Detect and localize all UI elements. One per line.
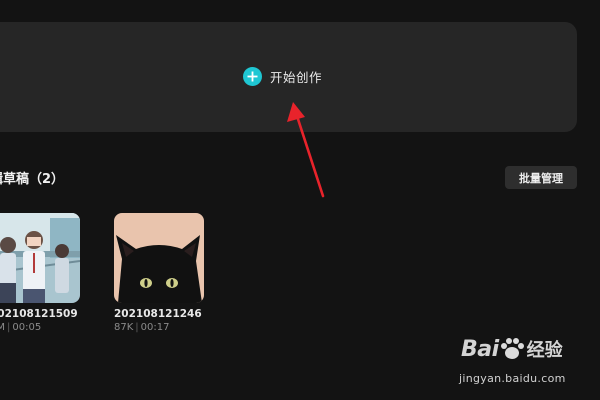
batch-manage-button[interactable]: 批量管理 [505,166,577,189]
baidu-jingyan-watermark: Bai 经验 jingyan.baidu.com [455,336,595,396]
drafts-section-title: 辑草稿（2） [0,172,65,187]
start-create-button[interactable]: 开始创作 [243,67,322,86]
watermark-url: jingyan.baidu.com [459,372,566,385]
draft-duration: 00:17 [140,322,170,333]
draft-size: 87K [114,322,134,333]
draft-name: 202108121246 [114,308,202,320]
watermark-brand-text: Bai [461,336,499,362]
plus-icon [243,67,262,86]
paw-logo-icon [500,338,524,359]
draft-meta: 6M|00:05 [0,322,80,333]
draft-thumbnail[interactable] [114,213,204,303]
draft-meta: 87K | 00:17 [114,322,170,333]
watermark-suffix: 经验 [526,340,563,361]
draft-name: 202108121509 [0,308,78,320]
draft-card[interactable]: 202108121246 87K | 00:17 [114,213,204,333]
anime-characters-image-icon [0,213,80,303]
black-cat-image-icon [114,213,204,303]
draft-card[interactable]: 202108121509 6M|00:05 [0,213,80,333]
start-create-label: 开始创作 [270,70,323,85]
annotation-arrow-icon [287,102,325,198]
draft-duration: 00:05 [12,322,42,333]
drafts-page: 开始创作 辑草稿（2） 批量管理 [0,0,600,400]
draft-thumbnail[interactable] [0,213,80,303]
watermark-brand: Bai 经验 [461,336,563,362]
